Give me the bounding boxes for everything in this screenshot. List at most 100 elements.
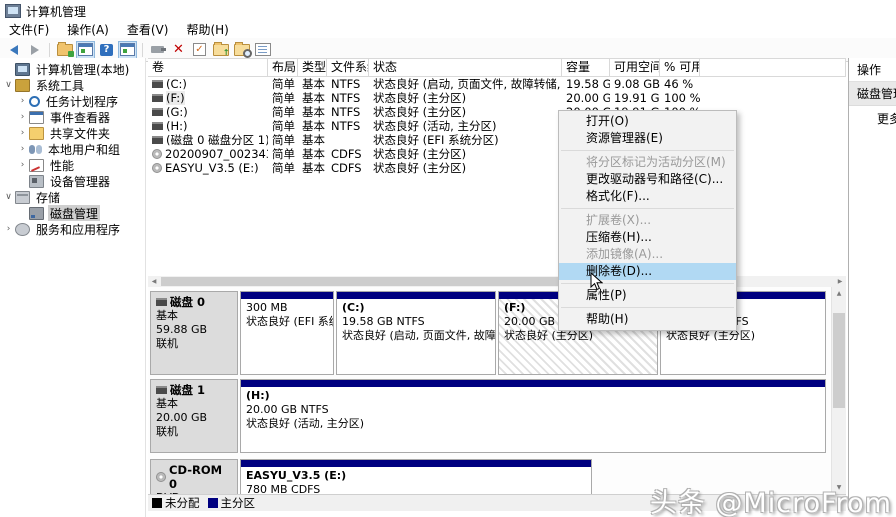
volume-icon [152, 136, 163, 144]
help-icon[interactable]: ? [97, 41, 116, 59]
menu-item-format[interactable]: 格式化(F)... [559, 188, 736, 205]
partition-color-bar [241, 380, 825, 387]
menu-action[interactable]: 操作(A) [58, 22, 118, 38]
more-actions-link[interactable]: 更多操作 [849, 106, 896, 131]
export-icon[interactable]: ↑ [211, 41, 230, 59]
scroll-up-icon[interactable]: ▲ [832, 287, 846, 300]
volume-table-header: 卷 布局 类型 文件系统 状态 容量 可用空间 % 可用 [148, 59, 846, 77]
context-menu: 打开(O) 资源管理器(E) 将分区标记为活动分区(M) 更改驱动器号和路径(C… [558, 110, 737, 331]
vertical-scrollbar[interactable]: ▲ ▼ [831, 287, 846, 494]
chevron-down-icon[interactable]: ∨ [3, 192, 14, 202]
menu-item-help[interactable]: 帮助(H) [559, 311, 736, 328]
actions-panel: 操作 磁盘管理 更多操作 [848, 58, 896, 510]
menu-help[interactable]: 帮助(H) [177, 22, 237, 38]
menu-item-delete-volume[interactable]: 删除卷(D)... [559, 263, 736, 280]
services-icon [15, 223, 30, 236]
chevron-down-icon[interactable]: ∨ [3, 80, 14, 90]
partition-h[interactable]: (H:)20.00 GB NTFS状态良好 (活动, 主分区) [240, 379, 826, 453]
menu-view[interactable]: 查看(V) [118, 22, 178, 38]
tree-item-shared-folders[interactable]: › 共享文件夹 [0, 125, 145, 141]
tree-item-event-viewer[interactable]: › 事件查看器 [0, 109, 145, 125]
partition-efi[interactable]: 300 MB状态良好 (EFI 系统分区) [240, 291, 334, 375]
tree-item-local-users-groups[interactable]: › 本地用户和组 [0, 141, 145, 157]
col-free[interactable]: 可用空间 [610, 59, 660, 76]
table-row[interactable]: 20200907_002343 (D:) 简单基本 CDFS状态良好 (主分区) [148, 147, 846, 161]
menu-separator [561, 307, 734, 308]
delete-icon[interactable]: ✕ [169, 41, 188, 59]
search-icon[interactable] [232, 41, 251, 59]
chevron-right-icon[interactable]: › [3, 224, 14, 234]
properties-check-icon[interactable]: ✓ [190, 41, 209, 59]
table-row[interactable]: (C:) 简单基本 NTFS状态良好 (启动, 页面文件, 故障转储, 主分区)… [148, 77, 846, 91]
col-type[interactable]: 类型 [298, 59, 327, 76]
disk-1-row: 磁盘 1 基本 20.00 GB 联机 (H:)20.00 GB NTFS状态良… [150, 379, 826, 453]
disk-graphic-pane: 磁盘 0 基本 59.88 GB 联机 300 MB状态良好 (EFI 系统分区… [148, 287, 846, 494]
actions-section-disk-management[interactable]: 磁盘管理 [849, 82, 896, 106]
tree-item-task-scheduler[interactable]: › 任务计划程序 [0, 93, 145, 109]
tree-item-disk-management[interactable]: 磁盘管理 [0, 205, 145, 221]
performance-icon [29, 159, 44, 172]
disk-icon [156, 298, 167, 306]
chevron-right-icon[interactable]: › [17, 96, 28, 106]
tree-item-services-applications[interactable]: › 服务和应用程序 [0, 221, 145, 237]
col-pctfree[interactable]: % 可用 [660, 59, 700, 76]
tree-item-device-manager[interactable]: 设备管理器 [0, 173, 145, 189]
volume-icon [152, 94, 163, 102]
partition-color-bar [241, 460, 591, 467]
col-capacity[interactable]: 容量 [562, 59, 610, 76]
table-row-selected[interactable]: (F:) 简单基本 NTFS状态良好 (主分区) 20.00 GB19.91 G… [148, 91, 846, 105]
menu-item-shrink-volume[interactable]: 压缩卷(H)... [559, 229, 736, 246]
tree-item-performance[interactable]: › 性能 [0, 157, 145, 173]
tools-icon [15, 79, 30, 92]
menu-item-change-drive-letter[interactable]: 更改驱动器号和路径(C)... [559, 171, 736, 188]
menu-item-open[interactable]: 打开(O) [559, 113, 736, 130]
cdrom-0-label[interactable]: CD-ROM 0 DVD 780 MB [150, 459, 238, 494]
col-volume[interactable]: 卷 [148, 59, 268, 76]
details-icon[interactable] [253, 41, 272, 59]
toolbar-separator [49, 43, 50, 57]
table-row[interactable]: (H:) 简单基本 NTFS状态良好 (活动, 主分区) [148, 119, 846, 133]
table-row[interactable]: EASYU_V3.5 (E:) 简单基本 CDFS状态良好 (主分区) [148, 161, 846, 175]
table-row[interactable]: (磁盘 0 磁盘分区 1) 简单基本 状态良好 (EFI 系统分区) [148, 133, 846, 147]
device-icon[interactable] [148, 41, 167, 59]
volume-icon [152, 80, 163, 88]
col-status[interactable]: 状态 [369, 59, 562, 76]
col-filesystem[interactable]: 文件系统 [327, 59, 369, 76]
title-bar: 计算机管理 [0, 0, 896, 22]
partition-c[interactable]: (C:)19.58 GB NTFS状态良好 (启动, 页面文件, 故障转储, 主… [336, 291, 496, 375]
menu-item-properties[interactable]: 属性(P) [559, 287, 736, 304]
scroll-left-icon[interactable]: ◀ [148, 276, 160, 287]
partition-e[interactable]: EASYU_V3.5 (E:)780 MB CDFS [240, 459, 592, 494]
tree-item-storage[interactable]: ∨ 存储 [0, 189, 145, 205]
chevron-right-icon[interactable]: › [17, 144, 28, 154]
window-title: 计算机管理 [26, 3, 86, 20]
back-icon[interactable] [4, 41, 23, 59]
tree-item-system-tools[interactable]: ∨ 系统工具 [0, 77, 145, 93]
volume-icon [152, 122, 163, 130]
scroll-right-icon[interactable]: ▶ [834, 276, 846, 287]
menu-file[interactable]: 文件(F) [0, 22, 58, 38]
tree-item-computer-management[interactable]: 计算机管理(本地) [0, 61, 145, 77]
disk-1-label[interactable]: 磁盘 1 基本 20.00 GB 联机 [150, 379, 238, 453]
chevron-right-icon[interactable]: › [17, 160, 28, 170]
scrollbar-thumb[interactable] [833, 313, 845, 408]
horizontal-scrollbar[interactable]: ◀ ▶ [148, 276, 846, 287]
panes-icon[interactable] [118, 41, 137, 59]
toolbar-separator [142, 43, 143, 57]
legend-unallocated: 未分配 [152, 495, 200, 511]
col-layout[interactable]: 布局 [268, 59, 298, 76]
storage-icon [15, 191, 30, 204]
cd-icon [152, 149, 162, 159]
disk-0-label[interactable]: 磁盘 0 基本 59.88 GB 联机 [150, 291, 238, 375]
event-viewer-icon [29, 111, 44, 124]
console-tree-icon[interactable] [76, 41, 95, 59]
computer-management-window: 计算机管理 文件(F) 操作(A) 查看(V) 帮助(H) ? ✕ ✓ ↑ 计算… [0, 0, 896, 517]
partition-color-bar [241, 292, 333, 299]
chevron-right-icon[interactable]: › [17, 112, 28, 122]
chevron-right-icon[interactable]: › [17, 128, 28, 138]
table-row[interactable]: (G:) 简单基本 NTFS状态良好 (主分区) 20.00 GB19.91 G… [148, 105, 846, 119]
users-icon [29, 144, 42, 155]
folder-icon[interactable] [55, 41, 74, 59]
forward-icon[interactable] [25, 41, 44, 59]
menu-item-explore[interactable]: 资源管理器(E) [559, 130, 736, 147]
